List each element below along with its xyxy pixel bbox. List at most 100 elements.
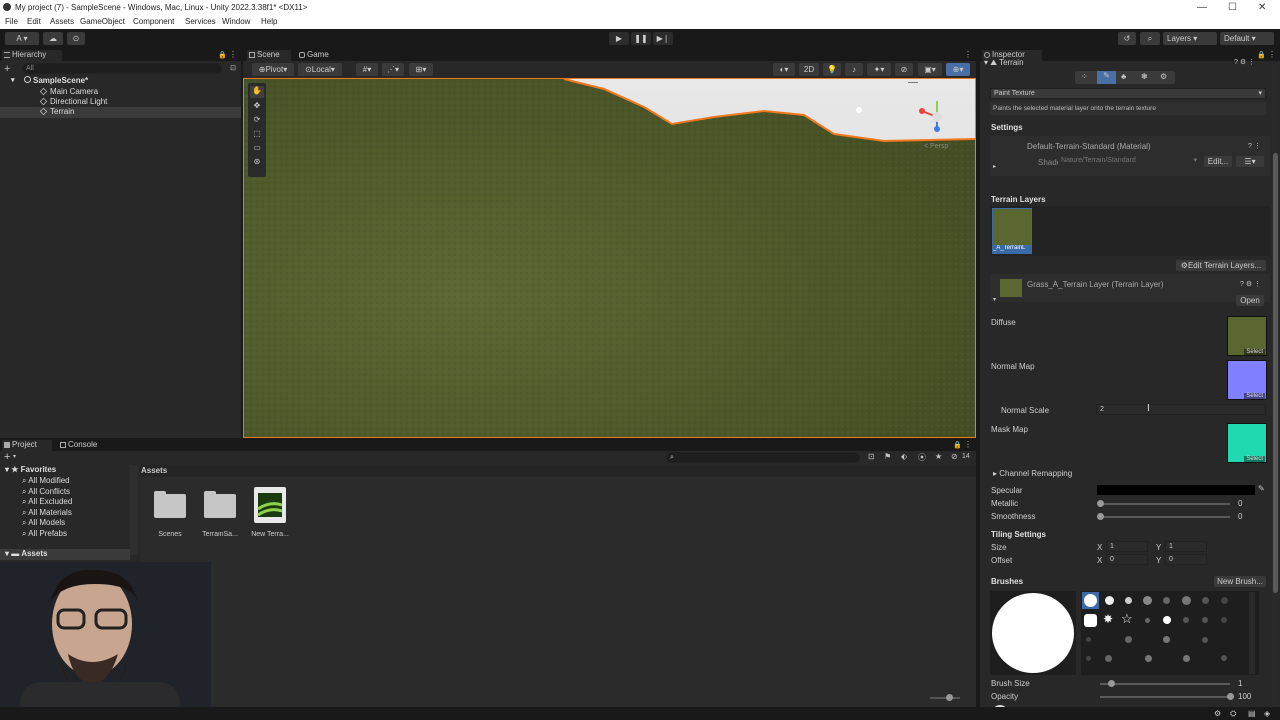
layer-menu-icons[interactable]: ? ⚙ ⋮ bbox=[1240, 280, 1261, 288]
metallic-value[interactable]: 0 bbox=[1238, 499, 1242, 508]
snap-increment-icon[interactable]: ⋰▾ bbox=[382, 63, 404, 76]
diffuse-select[interactable]: Select bbox=[1244, 349, 1265, 355]
channel-remapping-foldout[interactable]: ▸ Channel Remapping bbox=[993, 469, 1072, 478]
move-tool-icon[interactable]: ✥ bbox=[250, 101, 264, 113]
metallic-slider-knob[interactable] bbox=[1097, 500, 1104, 507]
create-neighbor-icon[interactable]: ⁘ bbox=[1081, 72, 1088, 81]
new-brush-button[interactable]: New Brush... bbox=[1214, 576, 1266, 587]
favorites-item[interactable]: ⌕ All Prefabs bbox=[22, 529, 67, 539]
offset-x-field[interactable]: 0 bbox=[1106, 554, 1148, 565]
paint-details-icon[interactable]: ❃ bbox=[1141, 72, 1148, 81]
paint-trees-icon[interactable]: ♣ bbox=[1121, 72, 1126, 81]
pivot-dropdown[interactable]: ⊕Pivot▾ bbox=[252, 63, 294, 76]
mask-map-slot[interactable]: Select bbox=[1227, 423, 1267, 463]
inspector-scrollbar[interactable] bbox=[1272, 63, 1279, 707]
cache-icon[interactable]: ▤ bbox=[1248, 709, 1256, 718]
brush-crater-icon[interactable] bbox=[1105, 655, 1112, 662]
terrain-layer-name[interactable]: Grass_A_Terrain Layer (Terrain Layer) bbox=[1027, 280, 1164, 289]
tool-dropdown[interactable]: Paint Texture ▾ bbox=[990, 88, 1266, 99]
shader-edit-button[interactable]: Edit... bbox=[1204, 156, 1232, 167]
component-menu-icons[interactable]: ? ⚙ ⋮ bbox=[1234, 58, 1255, 66]
scale-tool-icon[interactable]: ⬚ bbox=[250, 129, 264, 141]
specular-color-field[interactable] bbox=[1097, 485, 1255, 495]
shading-mode-icon[interactable]: ◐▾ bbox=[773, 63, 795, 76]
icon-size-slider-knob[interactable] bbox=[946, 694, 953, 701]
brush-rock-icon[interactable] bbox=[1086, 656, 1091, 661]
shader-menu-icon[interactable]: ☰▾ bbox=[1236, 156, 1264, 167]
more-icon[interactable]: ⋮ bbox=[229, 50, 237, 59]
expand-arrow-icon[interactable]: ▾ bbox=[993, 296, 996, 303]
tab-console[interactable]: Console bbox=[58, 440, 108, 451]
menu-help[interactable]: Help bbox=[261, 17, 277, 26]
favorites-item[interactable]: ⌕ All Materials bbox=[22, 508, 72, 518]
breadcrumb-assets[interactable]: Assets bbox=[141, 466, 167, 475]
layer-open-button[interactable]: Open bbox=[1236, 295, 1264, 306]
projection-label[interactable]: < Persp bbox=[924, 143, 948, 150]
breadcrumb[interactable]: Assets bbox=[140, 465, 976, 477]
hidden-packages-icon[interactable]: ⊘ bbox=[951, 452, 958, 461]
grid-snap-icon[interactable]: #▾ bbox=[356, 63, 378, 76]
metallic-slider[interactable] bbox=[1100, 503, 1230, 505]
step-button[interactable]: ▶❘ bbox=[653, 32, 673, 45]
size-x-field[interactable]: 1 bbox=[1106, 541, 1148, 552]
transform-tool-icon[interactable]: ⊛ bbox=[250, 157, 264, 169]
brush-size-value[interactable]: 1 bbox=[1238, 679, 1242, 688]
menu-services[interactable]: Services bbox=[185, 17, 216, 26]
brush-size-slider-knob[interactable] bbox=[1108, 680, 1115, 687]
tag-icon[interactable]: ⬖ bbox=[901, 452, 907, 461]
add-icon[interactable]: + bbox=[4, 63, 10, 75]
terrain-component-header[interactable]: ▾ ⛰ Terrain bbox=[984, 58, 1024, 68]
lock-icon[interactable]: 🔒 bbox=[953, 441, 962, 449]
favorites-item[interactable]: ⌕ All Conflicts bbox=[22, 487, 70, 497]
search-by-label-icon[interactable]: ⚑ bbox=[884, 452, 891, 461]
favorite-star-icon[interactable]: ★ bbox=[935, 452, 942, 461]
brush-blob-icon[interactable] bbox=[1202, 597, 1209, 604]
brush-spray-icon[interactable] bbox=[1221, 617, 1227, 623]
rect-tool-icon[interactable]: ▭ bbox=[250, 143, 264, 155]
brush-grain-icon[interactable] bbox=[1202, 637, 1208, 643]
cloud-icon[interactable]: ☁ bbox=[43, 32, 63, 45]
icon-size-slider[interactable] bbox=[930, 697, 960, 699]
brush-splat-icon[interactable] bbox=[1182, 596, 1191, 605]
hand-tool-icon[interactable]: ✋ bbox=[250, 86, 264, 98]
menu-window[interactable]: Window bbox=[222, 17, 250, 26]
favorites-item[interactable]: ⌕ All Excluded bbox=[22, 497, 72, 507]
minimize-button[interactable]: — bbox=[1197, 2, 1207, 13]
brush-round-icon[interactable] bbox=[1105, 596, 1114, 605]
collab-icon[interactable]: ⊙ bbox=[67, 32, 85, 45]
terrain-settings-icon[interactable]: ⚙ bbox=[1160, 72, 1167, 81]
project-search-input[interactable]: ⌕ bbox=[666, 452, 860, 463]
paint-terrain-icon[interactable]: ✎ bbox=[1097, 71, 1116, 84]
menu-file[interactable]: File bbox=[5, 17, 18, 26]
brush-smudge-icon[interactable] bbox=[1163, 636, 1170, 643]
close-button[interactable]: ✕ bbox=[1258, 2, 1266, 13]
brush-dot-icon[interactable] bbox=[1145, 618, 1150, 623]
brush-noise-icon[interactable] bbox=[1163, 597, 1170, 604]
opacity-value[interactable]: 100 bbox=[1238, 692, 1251, 701]
favorites-item[interactable]: ⌕ All Models bbox=[22, 518, 65, 528]
lock-icon[interactable]: 🔒 bbox=[1257, 51, 1266, 59]
brush-leaf-icon[interactable] bbox=[1183, 617, 1189, 623]
audio-toggle-icon[interactable]: ♪ bbox=[845, 63, 863, 76]
scene-filter-icon[interactable]: ⊡ bbox=[230, 64, 236, 72]
search-icon[interactable]: ⌕ bbox=[1140, 32, 1160, 45]
brush-pattern-icon[interactable] bbox=[1125, 636, 1132, 643]
normal-map-slot[interactable]: Select bbox=[1227, 360, 1267, 400]
hierarchy-item-main-camera[interactable]: Main Camera bbox=[39, 87, 98, 96]
camera-settings-icon[interactable]: ▣▾ bbox=[918, 63, 942, 76]
normal-map-select[interactable]: Select bbox=[1244, 393, 1265, 399]
hierarchy-search-input[interactable]: All bbox=[22, 63, 222, 74]
inspector-scrollbar-thumb[interactable] bbox=[1273, 153, 1278, 593]
eyedropper-icon[interactable]: ✎ bbox=[1258, 484, 1265, 493]
asset-item[interactable]: TerrainSa... bbox=[198, 490, 242, 544]
material-menu-icons[interactable]: ? ⋮ bbox=[1248, 142, 1261, 150]
more-icon[interactable]: ⋮ bbox=[1268, 50, 1276, 59]
brush-texture-icon[interactable] bbox=[1086, 637, 1091, 642]
smoothness-slider-knob[interactable] bbox=[1097, 513, 1104, 520]
assets-tree-root[interactable]: ▾ ▬ Assets bbox=[0, 549, 130, 560]
edit-terrain-layers-button[interactable]: ⚙Edit Terrain Layers... bbox=[1176, 260, 1266, 271]
tab-hierarchy[interactable]: Hierarchy bbox=[2, 50, 62, 61]
rotate-tool-icon[interactable]: ⟳ bbox=[250, 115, 264, 127]
layers-dropdown[interactable]: Layers ▾ bbox=[1163, 32, 1217, 45]
menu-component[interactable]: Component bbox=[133, 17, 174, 26]
